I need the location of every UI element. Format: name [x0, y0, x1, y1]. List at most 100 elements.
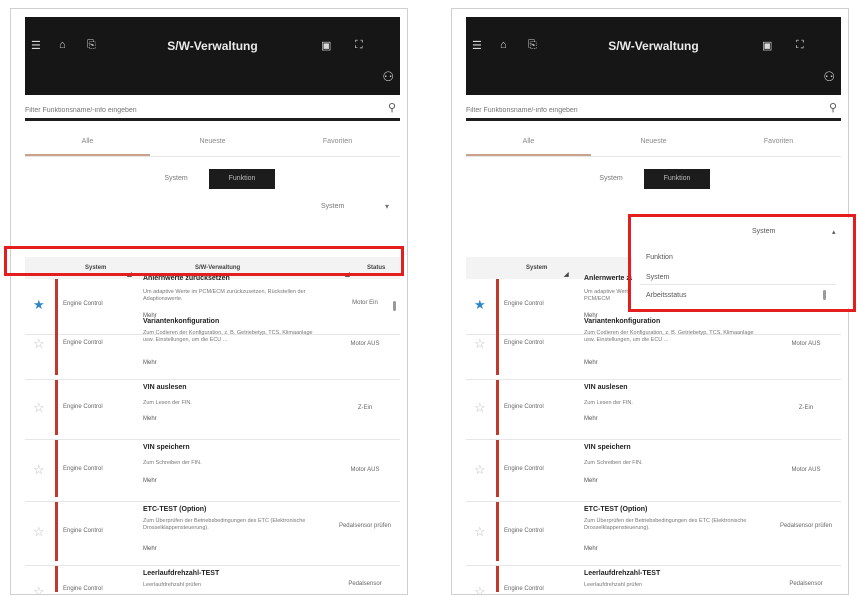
more-link[interactable]: Mehr	[143, 416, 157, 422]
status-icon[interactable]: ▣	[762, 39, 772, 52]
sort-arrow-icon: ◢	[564, 272, 569, 278]
row-status: Motor AUS	[350, 467, 380, 473]
user-icon[interactable]: ⚇	[823, 69, 835, 85]
sort-select[interactable]: System ▾	[281, 199, 393, 217]
row-name: VIN auslesen	[143, 384, 187, 391]
more-link[interactable]: Mehr	[143, 546, 157, 552]
row-accent-bar	[55, 440, 58, 497]
view-toggle: System Funktion	[578, 169, 710, 189]
row-desc: Zum Codieren der Konfiguration, z. B. Ge…	[143, 330, 313, 343]
row-desc: Zum Überprüfen der Betriebsbedingungen d…	[143, 518, 306, 531]
tab-all[interactable]: Alle	[25, 129, 150, 156]
row-status: Pedalsensor	[348, 581, 382, 587]
star-outline-icon[interactable]: ☆	[33, 584, 45, 594]
search-input[interactable]	[25, 101, 365, 120]
scrollbar-thumb[interactable]	[393, 301, 396, 311]
row-status: Motor AUS	[350, 341, 380, 347]
toggle-system[interactable]: System	[578, 169, 644, 189]
row-name: VIN auslesen	[584, 384, 628, 391]
table-row[interactable]: ☆ Engine Control VIN speichern Zum Schre…	[466, 440, 841, 502]
row-desc: Zum Schreiben der FIN.	[584, 460, 643, 466]
tab-all[interactable]: Alle	[466, 129, 591, 156]
star-outline-icon[interactable]: ☆	[474, 584, 486, 594]
row-name: VIN speichern	[584, 444, 631, 451]
star-outline-icon[interactable]: ☆	[474, 336, 486, 352]
row-status: Motor Ein	[352, 300, 378, 306]
table-row[interactable]: ☆ Engine Control Leerlaufdrehzahl-TEST L…	[25, 566, 400, 594]
toggle-function[interactable]: Funktion	[209, 169, 275, 189]
row-desc: Leerlaufdrehzahl prüfen	[143, 582, 202, 588]
row-accent-bar	[496, 440, 499, 497]
row-desc: Zum Lesen der FIN.	[584, 400, 633, 406]
view-toggle: System Funktion	[143, 169, 275, 189]
row-accent-bar	[496, 314, 499, 375]
table-row[interactable]: ☆ Engine Control Variantenkonfiguration …	[466, 314, 841, 380]
table-row[interactable]: ☆ Engine Control VIN auslesen Zum Lesen …	[466, 380, 841, 440]
toggle-function[interactable]: Funktion	[644, 169, 710, 189]
star-outline-icon[interactable]: ☆	[33, 524, 45, 540]
row-desc: Um adaptive Werte im PCM/ECM zurückzuset…	[143, 289, 306, 302]
star-filled-icon[interactable]: ★	[474, 297, 486, 313]
user-icon[interactable]: ⚇	[382, 69, 394, 85]
tab-recent[interactable]: Neueste	[150, 129, 275, 156]
star-outline-icon[interactable]: ☆	[474, 462, 486, 478]
star-outline-icon[interactable]: ☆	[474, 400, 486, 416]
expand-icon[interactable]: ⛶	[355, 39, 363, 52]
screen-left: ☰ ⌂ ⎘ S/W-Verwaltung ▣ ⛶ ⚇ ⚲ Alle Neuest…	[10, 8, 408, 595]
row-status: Z-Ein	[357, 405, 373, 411]
star-outline-icon[interactable]: ☆	[33, 462, 45, 478]
table-row[interactable]: ☆ Engine Control VIN speichern Zum Schre…	[25, 440, 400, 502]
row-system: Engine Control	[504, 586, 544, 592]
table-row[interactable]: ☆ Engine Control Leerlaufdrehzahl-TEST L…	[466, 566, 841, 594]
row-accent-bar	[55, 566, 58, 592]
star-outline-icon[interactable]: ☆	[474, 524, 486, 540]
search-icon[interactable]: ⚲	[388, 101, 396, 114]
table-row[interactable]: ☆ Engine Control ETC-TEST (Option) Zum Ü…	[466, 502, 841, 566]
star-outline-icon[interactable]: ☆	[33, 400, 45, 416]
more-link[interactable]: Mehr	[143, 478, 157, 484]
star-filled-icon[interactable]: ★	[33, 297, 45, 313]
row-status: Motor AUS	[791, 467, 821, 473]
page-title: S/W-Verwaltung	[608, 39, 699, 53]
row-system: Engine Control	[63, 404, 103, 410]
expand-icon[interactable]: ⛶	[796, 39, 804, 52]
table-row[interactable]: ☆ Engine Control Variantenkonfiguration …	[25, 314, 400, 380]
row-desc: Zum Schreiben der FIN.	[143, 460, 202, 466]
row-desc: Zum Codieren der Konfiguration, z. B. Ge…	[584, 330, 754, 343]
row-status: Pedalsensor	[789, 581, 823, 587]
more-link[interactable]: Mehr	[584, 360, 598, 366]
row-system: Engine Control	[63, 301, 103, 307]
row-system: Engine Control	[63, 586, 103, 592]
row-name: Leerlaufdrehzahl-TEST	[584, 570, 661, 577]
row-accent-bar	[55, 502, 58, 561]
row-desc: Leerlaufdrehzahl prüfen	[584, 582, 643, 588]
row-desc: Zum Lesen der FIN.	[143, 400, 192, 406]
row-accent-bar	[55, 314, 58, 375]
tab-favorites[interactable]: Favoriten	[716, 129, 841, 156]
toggle-system[interactable]: System	[143, 169, 209, 189]
row-accent-bar	[496, 566, 499, 592]
page-title: S/W-Verwaltung	[167, 39, 258, 53]
tab-recent[interactable]: Neueste	[591, 129, 716, 156]
more-link[interactable]: Mehr	[143, 360, 157, 366]
row-name: Variantenkonfiguration	[584, 318, 661, 325]
table-row[interactable]: ☆ Engine Control ETC-TEST (Option) Zum Ü…	[25, 502, 400, 566]
row-status: Pedalsensor prüfen	[779, 523, 833, 529]
star-outline-icon[interactable]: ☆	[33, 336, 45, 352]
more-link[interactable]: Mehr	[584, 478, 598, 484]
row-system: Engine Control	[504, 340, 544, 346]
search-icon[interactable]: ⚲	[829, 101, 837, 114]
table-row[interactable]: ☆ Engine Control VIN auslesen Zum Lesen …	[25, 380, 400, 440]
more-link[interactable]: Mehr	[584, 416, 598, 422]
more-link[interactable]: Mehr	[584, 546, 598, 552]
highlight-sort-dropdown	[628, 214, 856, 312]
row-desc: Zum Überprüfen der Betriebsbedingungen d…	[584, 518, 747, 531]
row-accent-bar	[496, 380, 499, 435]
search-input[interactable]	[466, 101, 806, 120]
tab-favorites[interactable]: Favoriten	[275, 129, 400, 156]
row-status: Z-Ein	[798, 405, 814, 411]
row-name: Leerlaufdrehzahl-TEST	[143, 570, 220, 577]
col-system[interactable]: System	[526, 265, 547, 271]
row-status: Motor AUS	[791, 341, 821, 347]
status-icon[interactable]: ▣	[321, 39, 331, 52]
